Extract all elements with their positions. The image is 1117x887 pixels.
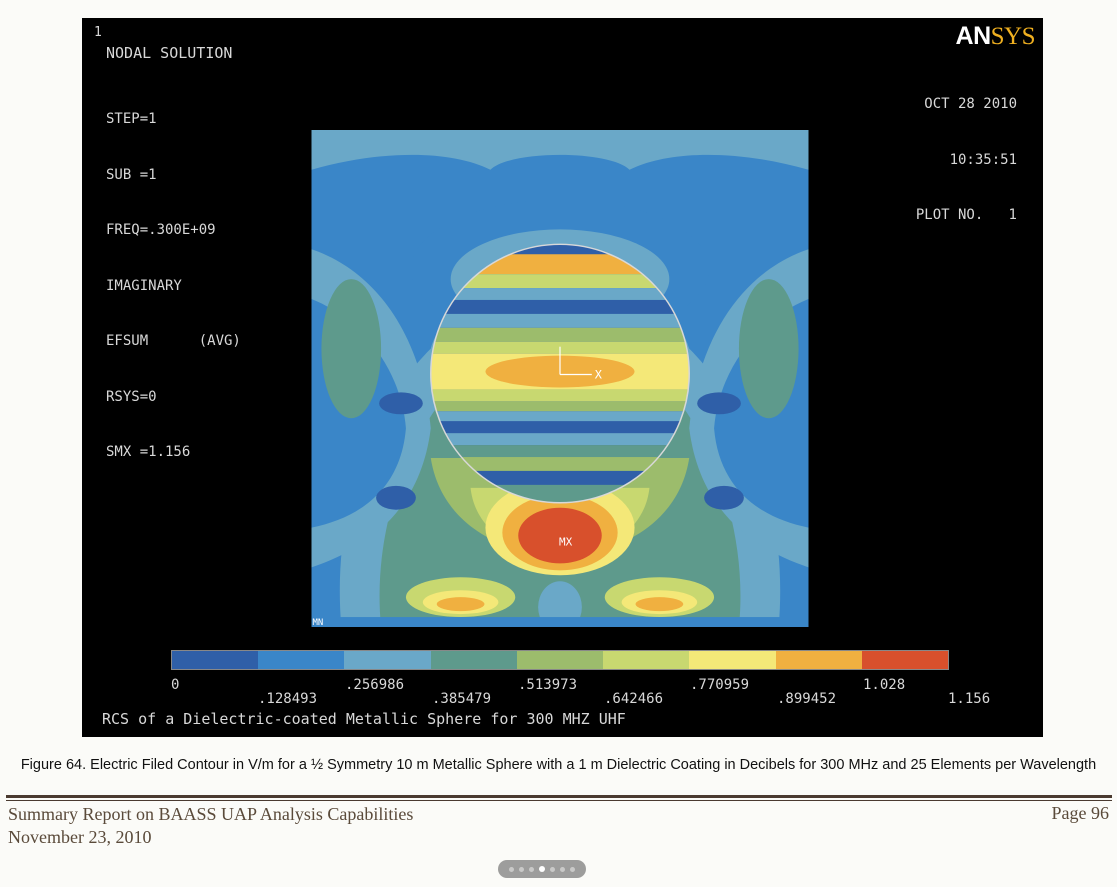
legend-label: .642466 bbox=[604, 691, 664, 707]
page-dot[interactable] bbox=[529, 866, 534, 872]
page-indicator[interactable] bbox=[498, 860, 586, 878]
legend-swatch-7 bbox=[775, 651, 862, 669]
legend-swatch-3 bbox=[430, 651, 517, 669]
plot-number: PLOT NO. 1 bbox=[915, 207, 1017, 223]
field-contour-plot: X MX MN bbox=[311, 130, 809, 627]
max-marker: MX bbox=[559, 535, 573, 548]
legend-swatch-8 bbox=[861, 651, 948, 669]
ansys-logo: ANSYS bbox=[955, 22, 1036, 50]
page-dot[interactable] bbox=[550, 866, 555, 872]
solution-info: STEP=1 SUB =1 FREQ=.300E+09 IMAGINARY EF… bbox=[106, 73, 241, 499]
window-number: 1 bbox=[94, 25, 102, 40]
info-line: FREQ=.300E+09 bbox=[106, 222, 216, 238]
legend-swatch-6 bbox=[689, 651, 776, 669]
legend-label: .770959 bbox=[690, 677, 750, 693]
footer-report-title: Summary Report on BAASS UAP Analysis Cap… bbox=[8, 804, 414, 824]
info-line: STEP=1 bbox=[106, 111, 157, 127]
page-number: Page 96 bbox=[1051, 803, 1110, 823]
date-block: OCT 28 2010 10:35:51 PLOT NO. 1 bbox=[916, 58, 1017, 262]
info-line: EFSUM (AVG) bbox=[106, 333, 241, 349]
legend-swatch-1 bbox=[258, 651, 345, 669]
axis-x-label: X bbox=[595, 368, 603, 382]
ansys-plot-frame: 1 NODAL SOLUTION STEP=1 SUB =1 FREQ=.300… bbox=[82, 18, 1043, 737]
footer-divider bbox=[6, 795, 1112, 798]
legend-label: .385479 bbox=[432, 691, 492, 707]
figure-caption: Figure 64. Electric Filed Contour in V/m… bbox=[20, 757, 1097, 773]
color-legend-bar bbox=[171, 650, 949, 670]
page-dot[interactable] bbox=[570, 866, 575, 872]
footer-left: Summary Report on BAASS UAP Analysis Cap… bbox=[8, 803, 413, 849]
info-line: RSYS=0 bbox=[106, 388, 157, 405]
plot-time: 10:35:51 bbox=[949, 151, 1017, 168]
legend-swatch-0 bbox=[172, 651, 259, 669]
info-line: IMAGINARY bbox=[106, 277, 182, 294]
footer-date: November 23, 2010 bbox=[8, 827, 152, 847]
legend-label: .513973 bbox=[518, 677, 578, 693]
legend-swatch-5 bbox=[603, 651, 690, 669]
info-line: SUB =1 bbox=[106, 166, 157, 183]
legend-label: .128493 bbox=[258, 691, 318, 707]
legend-label: 1.156 bbox=[948, 691, 991, 707]
legend-label: 1.028 bbox=[863, 677, 906, 693]
legend-swatch-4 bbox=[516, 651, 604, 669]
footer-divider bbox=[6, 800, 1112, 801]
page-dot[interactable] bbox=[560, 866, 565, 872]
legend-label: .256986 bbox=[345, 677, 405, 693]
page-dot[interactable] bbox=[519, 866, 524, 872]
min-marker: MN bbox=[312, 618, 323, 627]
page-dot[interactable] bbox=[539, 866, 545, 872]
legend-label: 0 bbox=[171, 677, 180, 693]
plot-caption: RCS of a Dielectric-coated Metallic Sphe… bbox=[102, 710, 626, 728]
plot-date: OCT 28 2010 bbox=[924, 96, 1017, 112]
plot-title: NODAL SOLUTION bbox=[106, 44, 233, 62]
legend-label: .899452 bbox=[777, 691, 837, 707]
legend-swatch-2 bbox=[344, 651, 431, 669]
page-dot[interactable] bbox=[509, 866, 514, 872]
info-line: SMX =1.156 bbox=[106, 444, 191, 460]
